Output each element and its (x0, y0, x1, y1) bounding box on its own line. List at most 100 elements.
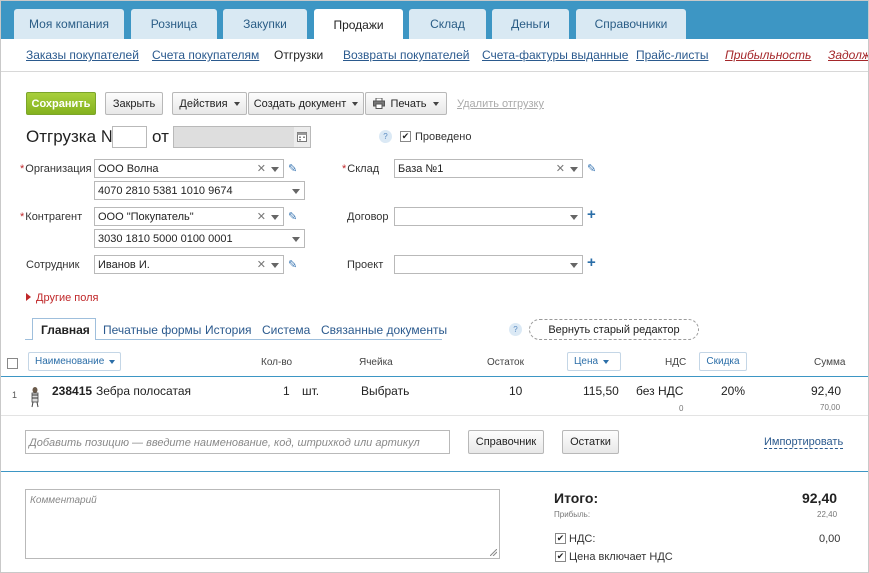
add-position-input[interactable]: Добавить позицию — введите наименование,… (25, 430, 450, 454)
top-tab-my-company[interactable]: Моя компания (14, 9, 124, 39)
vat-value: 0,00 (819, 533, 841, 545)
top-tab-money[interactable]: Деньги (492, 9, 569, 39)
vat-header: НДС (665, 357, 687, 368)
close-button[interactable]: Закрыть (105, 92, 163, 115)
product-code: 238415 (52, 384, 93, 398)
subnav-issued-invoices[interactable]: Счета-фактуры выданные (482, 48, 628, 62)
product-discount[interactable]: 20% (721, 384, 745, 398)
posted-checkbox[interactable]: ✔ (400, 131, 411, 142)
subnav-customer-returns[interactable]: Возвраты покупателей (343, 48, 469, 62)
contractor-select[interactable]: ООО "Покупатель" ✕ (94, 207, 284, 226)
cell-header: Ячейка (359, 357, 393, 368)
chevron-down-icon[interactable] (570, 263, 578, 268)
help-icon[interactable]: ? (509, 323, 522, 336)
chevron-down-icon[interactable] (271, 215, 279, 220)
actions-dropdown[interactable]: Действия (172, 92, 247, 115)
subnav-customer-invoices[interactable]: Счета покупателям (152, 48, 259, 62)
chevron-down-icon[interactable] (570, 167, 578, 172)
top-tab-sales[interactable]: Продажи (314, 9, 403, 40)
price-includes-vat-checkbox[interactable]: ✔ (555, 551, 566, 562)
organization-label-text: Организация (25, 163, 92, 175)
vat-label: НДС: (569, 533, 596, 545)
delete-shipment-link[interactable]: Удалить отгрузку (457, 98, 544, 110)
print-dropdown[interactable]: Печать (365, 92, 447, 115)
actions-label: Действия (179, 97, 228, 110)
select-all-checkbox[interactable] (7, 358, 18, 369)
discount-header-button[interactable]: Скидка (699, 352, 747, 371)
product-stock: 10 (509, 384, 523, 398)
product-qty[interactable]: 1 (283, 384, 290, 398)
top-tab-retail[interactable]: Розница (131, 9, 217, 39)
subnav-customer-orders[interactable]: Заказы покупателей (26, 48, 139, 62)
document-date-input[interactable] (173, 126, 311, 148)
other-fields-toggle[interactable]: Другие поля (26, 292, 98, 304)
chevron-down-icon (352, 101, 359, 106)
profit-value: 22,40 (817, 510, 838, 519)
project-label: Проект (347, 259, 384, 271)
date-value-redacted (174, 127, 294, 147)
chevron-down-icon[interactable] (570, 215, 578, 220)
sort-by-name-button[interactable]: Наименование (28, 352, 121, 371)
subnav-debts[interactable]: Задолж (828, 48, 868, 62)
help-icon[interactable]: ? (379, 130, 392, 143)
edit-pencil-icon[interactable]: ✎ (288, 212, 298, 223)
clear-icon[interactable]: ✕ (257, 258, 266, 271)
save-button[interactable]: Сохранить (26, 92, 96, 115)
old-editor-button[interactable]: Вернуть старый редактор (529, 319, 699, 340)
employee-label: Сотрудник (26, 259, 80, 271)
comment-textarea[interactable]: Комментарий (25, 489, 500, 559)
sort-by-price-button[interactable]: Цена (567, 352, 621, 371)
subnav-profitability[interactable]: Прибыльность (725, 48, 811, 62)
subnav-shipments[interactable]: Отгрузки (274, 48, 323, 62)
subnav-price-lists[interactable]: Прайс-листы (636, 48, 709, 62)
employee-select[interactable]: Иванов И. ✕ (94, 255, 284, 274)
product-name[interactable]: Зебра полосатая (96, 384, 191, 398)
tab-print-forms[interactable]: Печатные формы (103, 323, 201, 337)
stock-button[interactable]: Остатки (562, 430, 619, 454)
tabs-underline (96, 339, 442, 340)
chevron-down-icon[interactable] (271, 263, 279, 268)
vat-checkbox[interactable]: ✔ (555, 533, 566, 544)
clear-icon[interactable]: ✕ (257, 210, 266, 223)
triangle-right-icon (26, 293, 31, 301)
chevron-down-icon (603, 359, 610, 364)
catalog-button[interactable]: Справочник (468, 430, 544, 454)
tab-related-documents[interactable]: Связанные документы (321, 323, 447, 337)
chevron-down-icon[interactable] (271, 167, 279, 172)
organization-label: *Организация (20, 163, 92, 175)
contract-select[interactable] (394, 207, 583, 226)
sub-navigation: Заказы покупателей Счета покупателям Отг… (1, 39, 868, 72)
other-fields-label: Другие поля (36, 292, 99, 304)
product-price[interactable]: 115,50 (583, 384, 619, 398)
stock-header: Остаток (487, 357, 524, 368)
create-document-dropdown[interactable]: Создать документ (248, 92, 364, 115)
top-tab-purchases[interactable]: Закупки (223, 9, 307, 39)
add-contract-plus-icon[interactable]: + (587, 207, 596, 222)
contractor-label: *Контрагент (20, 211, 83, 223)
clear-icon[interactable]: ✕ (257, 162, 266, 175)
product-cost: 70,00 (820, 403, 841, 412)
contractor-account-select[interactable]: 3030 1810 5000 0100 0001 (94, 229, 305, 248)
document-number-input[interactable] (112, 126, 147, 148)
tab-history[interactable]: История (205, 323, 252, 337)
project-select[interactable] (394, 255, 583, 274)
product-vat[interactable]: без НДС (636, 384, 683, 398)
product-cell-select[interactable]: Выбрать (361, 384, 409, 398)
resize-handle-icon[interactable] (490, 549, 497, 556)
top-tab-warehouse[interactable]: Склад (409, 9, 486, 39)
import-link[interactable]: Импортировать (764, 436, 844, 449)
tab-main[interactable]: Главная (41, 323, 90, 337)
edit-pencil-icon[interactable]: ✎ (288, 260, 298, 271)
organization-select[interactable]: ООО Волна ✕ (94, 159, 284, 178)
top-tab-directories[interactable]: Справочники (576, 9, 686, 39)
organization-account-select[interactable]: 4070 2810 5381 1010 9674 (94, 181, 305, 200)
chevron-down-icon[interactable] (292, 189, 300, 194)
edit-pencil-icon[interactable]: ✎ (288, 164, 298, 175)
warehouse-select[interactable]: База №1 ✕ (394, 159, 583, 178)
edit-pencil-icon[interactable]: ✎ (587, 164, 597, 175)
calendar-icon (297, 132, 307, 142)
add-project-plus-icon[interactable]: + (587, 255, 596, 270)
chevron-down-icon[interactable] (292, 237, 300, 242)
clear-icon[interactable]: ✕ (556, 162, 565, 175)
tab-system[interactable]: Система (262, 323, 310, 337)
